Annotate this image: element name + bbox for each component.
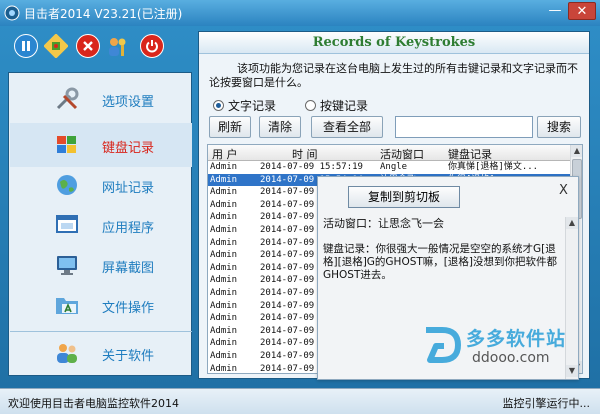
sidebar-item-label: 关于软件	[102, 349, 155, 364]
clear-button[interactable]: 清除	[259, 116, 301, 138]
sidebar-item-settings[interactable]: 选项设置	[10, 77, 192, 121]
column-header-user[interactable]: 用 户	[212, 146, 238, 162]
sidebar-item-label: 屏幕截图	[102, 261, 155, 276]
app-icon	[4, 5, 20, 21]
refresh-button[interactable]: 刷新	[209, 116, 251, 138]
watermark-name: 多多软件站	[466, 328, 567, 350]
watermark-logo-icon	[420, 324, 462, 366]
sidebar-item-label: 键盘记录	[102, 141, 155, 156]
table-cell-window: Angle	[380, 162, 408, 172]
radio-label: 按键记录	[320, 99, 369, 113]
keystroke-record-text: 键盘记录：你很强大一般情况是空空的系统才G[退格][退格]G的GHOST嘛，[退…	[323, 243, 557, 281]
monitor-icon	[54, 252, 80, 278]
close-button[interactable]: ✕	[568, 2, 596, 20]
radio-key-log[interactable]: 按键记录	[305, 97, 368, 114]
table-cell-record: 你真悌[退格]悌文...	[448, 162, 539, 172]
fonts-folder-icon	[54, 292, 80, 318]
watermark: 多多软件站 ddooo.com	[420, 322, 580, 370]
table-cell-user: Admin	[210, 174, 238, 185]
watermark-url: ddooo.com	[472, 350, 550, 366]
table-cell-user: Admin	[210, 363, 238, 374]
column-header-record[interactable]: 键盘记录	[448, 146, 492, 162]
popup-close-button[interactable]: X	[559, 183, 568, 198]
sidebar-item-url-log[interactable]: 网址记录	[10, 163, 192, 207]
stop-icon[interactable]	[76, 34, 100, 58]
radio-label: 文字记录	[228, 99, 277, 113]
table-cell-user: Admin	[210, 162, 238, 172]
table-cell-user: Admin	[210, 338, 238, 349]
sidebar-item-label: 文件操作	[102, 301, 155, 316]
table-cell-user: Admin	[210, 262, 238, 273]
window-title: 目击者2014 V23.21(已注册)	[24, 7, 183, 21]
table-cell-user: Admin	[210, 212, 238, 223]
table-cell-user: Admin	[210, 250, 238, 261]
table-cell-user: Admin	[210, 313, 238, 324]
radio-unchecked-icon[interactable]	[305, 100, 316, 111]
status-engine-text: 监控引擎运行中...	[502, 397, 591, 410]
scroll-up-icon[interactable]: ▲	[571, 145, 582, 157]
sidebar-item-label: 选项设置	[102, 95, 155, 110]
column-header-time[interactable]: 时 间	[292, 146, 318, 162]
table-cell-user: Admin	[210, 287, 238, 298]
sidebar-item-label: 网址记录	[102, 181, 155, 196]
minimize-button[interactable]: —	[544, 2, 566, 20]
table-cell-user: Admin	[210, 224, 238, 235]
search-input[interactable]	[395, 116, 533, 138]
table-cell-user: Admin	[210, 300, 238, 311]
feature-description: 该项功能为您记录在这台电脑上发生过的所有击键记录和文字记录而不论按要窗口是什么。	[209, 62, 578, 89]
active-window-label: 活动窗口：让思念飞一会	[323, 217, 444, 230]
column-header-window[interactable]: 活动窗口	[380, 146, 424, 162]
section-title: Records of Keystrokes	[312, 35, 476, 50]
table-cell-user: Admin	[210, 325, 238, 336]
sidebar-item-about[interactable]: 关于软件	[10, 331, 192, 375]
sidebar-item-keyboard-log[interactable]: 键盘记录	[10, 123, 192, 167]
status-welcome-text: 欢迎使用目击者电脑监控软件2014	[8, 397, 179, 410]
table-cell-time: 2014-07-09 15:57:19	[260, 162, 363, 172]
power-icon[interactable]	[140, 34, 164, 58]
section-header: Records of Keystrokes	[199, 32, 589, 54]
table-cell-user: Admin	[210, 187, 238, 198]
search-button[interactable]: 搜索	[537, 116, 581, 138]
globe-icon	[54, 172, 80, 198]
radio-checked-icon[interactable]	[213, 100, 224, 111]
table-row[interactable]: Admin 2014-07-09 15:57:19 Angle 你真悌[退格]悌文..…	[208, 161, 570, 174]
status-bar: 欢迎使用目击者电脑监控软件2014 监控引擎运行中...	[0, 388, 600, 414]
scroll-up-icon[interactable]: ▲	[566, 217, 578, 229]
copy-to-clipboard-button[interactable]: 复制到剪切板	[348, 186, 460, 208]
users-key-icon[interactable]	[106, 34, 130, 58]
table-cell-user: Admin	[210, 350, 238, 361]
wrench-screwdriver-icon	[54, 86, 80, 112]
app-window: 目击者2014 V23.21(已注册) — ✕ 选项设置 键盘记录 网址记录 应…	[0, 0, 600, 414]
sidebar-item-screenshots[interactable]: 屏幕截图	[10, 243, 192, 287]
table-cell-user: Admin	[210, 199, 238, 210]
pause-icon[interactable]	[14, 34, 38, 58]
table-cell-user: Admin	[210, 237, 238, 248]
table-header: 用 户 时 间 活动窗口 键盘记录	[208, 145, 570, 161]
view-all-button[interactable]: 查看全部	[311, 116, 383, 138]
sidebar-item-applications[interactable]: 应用程序	[10, 203, 192, 247]
radio-text-log[interactable]: 文字记录	[213, 97, 276, 114]
tools-icon[interactable]	[44, 34, 68, 58]
sidebar-item-label: 应用程序	[102, 221, 155, 236]
windows-logo-icon	[54, 132, 80, 158]
application-window-icon	[54, 212, 80, 238]
users-group-icon	[54, 340, 80, 366]
sidebar: 选项设置 键盘记录 网址记录 应用程序 屏幕截图 文件操作 关于软件	[8, 72, 192, 376]
table-cell-user: Admin	[210, 275, 238, 286]
title-bar[interactable]: 目击者2014 V23.21(已注册) — ✕	[0, 0, 600, 26]
sidebar-item-file-operations[interactable]: 文件操作	[10, 283, 192, 327]
